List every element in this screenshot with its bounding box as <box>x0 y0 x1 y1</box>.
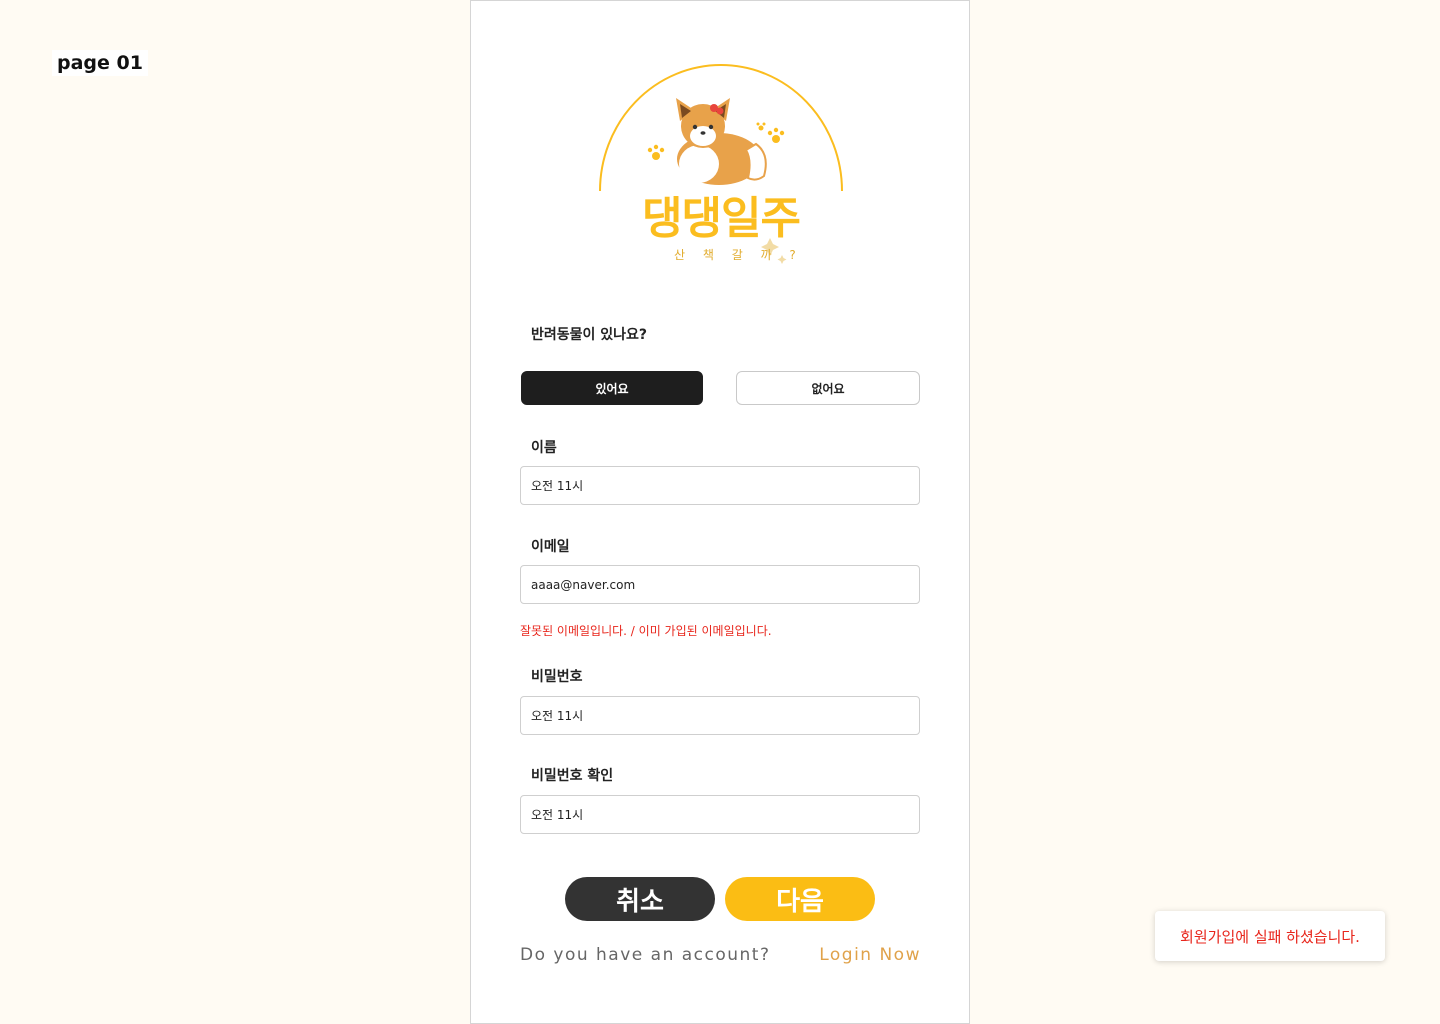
password-label: 비밀번호 <box>531 669 583 685</box>
password-confirm-label: 비밀번호 확인 <box>531 768 614 784</box>
app-logo: 댕댕일주 산 책 갈 까 ? <box>596 56 846 271</box>
have-account-text: Do you have an account? <box>520 945 771 965</box>
email-label: 이메일 <box>531 539 570 555</box>
signup-card: 댕댕일주 산 책 갈 까 ? 반려동물이 있나요? 있어요 없어요 이름 오전 … <box>470 0 970 1024</box>
email-input[interactable]: aaaa@naver.com <box>520 565 920 604</box>
cancel-button[interactable]: 취소 <box>565 877 715 921</box>
pet-yes-button[interactable]: 있어요 <box>521 371 703 405</box>
name-input[interactable]: 오전 11시 <box>520 466 920 505</box>
page-label: page 01 <box>52 50 148 76</box>
pet-question-label: 반려동물이 있나요? <box>531 327 648 343</box>
logo-title: 댕댕일주 <box>642 193 801 244</box>
error-toast: 회원가입에 실패 하셨습니다. <box>1155 911 1385 961</box>
next-button[interactable]: 다음 <box>725 877 875 921</box>
pet-no-button[interactable]: 없어요 <box>736 371 920 405</box>
email-error-message: 잘못된 이메일입니다. / 이미 가입된 이메일입니다. <box>520 624 772 638</box>
password-input[interactable]: 오전 11시 <box>520 696 920 735</box>
password-confirm-input[interactable]: 오전 11시 <box>520 795 920 834</box>
name-label: 이름 <box>531 440 557 456</box>
login-now-link[interactable]: Login Now <box>819 945 921 965</box>
logo-subtitle: 산 책 갈 까 ? <box>674 248 803 262</box>
